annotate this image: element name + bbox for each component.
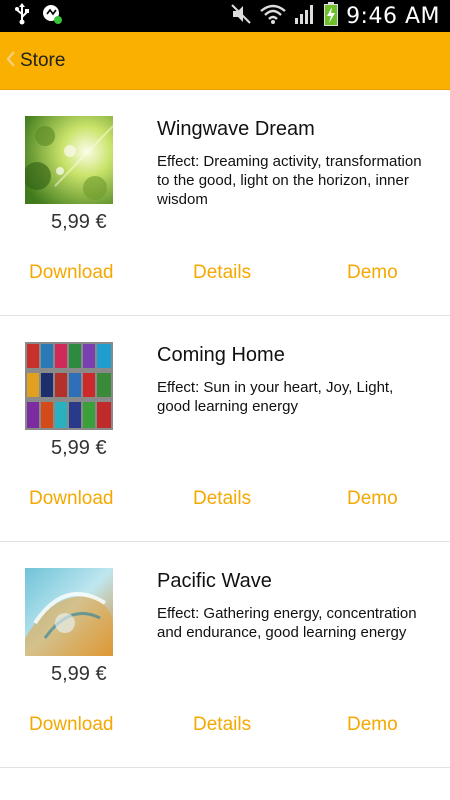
battery-charging-icon (324, 2, 339, 30)
usb-icon (14, 3, 30, 29)
list-item: 5,99 € Pacific Wave Effect: Gathering en… (0, 542, 450, 768)
details-button[interactable]: Details (193, 714, 251, 736)
product-description: Effect: Sun in your heart, Joy, Light, g… (157, 379, 394, 415)
product-image-pacific-wave (25, 568, 113, 656)
price: 5,99 € (51, 437, 107, 459)
signal-icon (294, 3, 316, 29)
wifi-icon (260, 3, 286, 29)
download-button[interactable]: Download (29, 714, 114, 736)
download-button[interactable]: Download (29, 488, 114, 510)
status-time: 9:46 AM (346, 3, 440, 29)
demo-button[interactable]: Demo (347, 714, 398, 736)
product-image-coming-home (25, 342, 113, 430)
back-button[interactable]: Store (0, 32, 77, 90)
product-list: 5,99 € Wingwave Dream Effect: Dreaming a… (0, 90, 450, 768)
action-bar: Store (0, 32, 450, 90)
product-title: Coming Home (157, 344, 285, 366)
details-button[interactable]: Details (193, 488, 251, 510)
product-description: Effect: Gathering energy, concentration … (157, 605, 417, 641)
product-description: Effect: Dreaming activity, transformatio… (157, 153, 422, 208)
chevron-left-icon (6, 50, 16, 72)
demo-button[interactable]: Demo (347, 488, 398, 510)
product-title: Wingwave Dream (157, 118, 315, 140)
list-item: 5,99 € Coming Home Effect: Sun in your h… (0, 316, 450, 542)
product-title: Pacific Wave (157, 570, 272, 592)
back-label: Store (20, 50, 66, 71)
details-button[interactable]: Details (193, 262, 251, 284)
status-bar: 9:46 AM (0, 0, 450, 32)
product-image-wingwave-dream (25, 116, 113, 204)
price: 5,99 € (51, 663, 107, 685)
download-button[interactable]: Download (29, 262, 114, 284)
demo-button[interactable]: Demo (347, 262, 398, 284)
price: 5,99 € (51, 211, 107, 233)
notification-app-icon (42, 4, 62, 28)
mute-icon (230, 3, 252, 29)
list-item: 5,99 € Wingwave Dream Effect: Dreaming a… (0, 90, 450, 316)
